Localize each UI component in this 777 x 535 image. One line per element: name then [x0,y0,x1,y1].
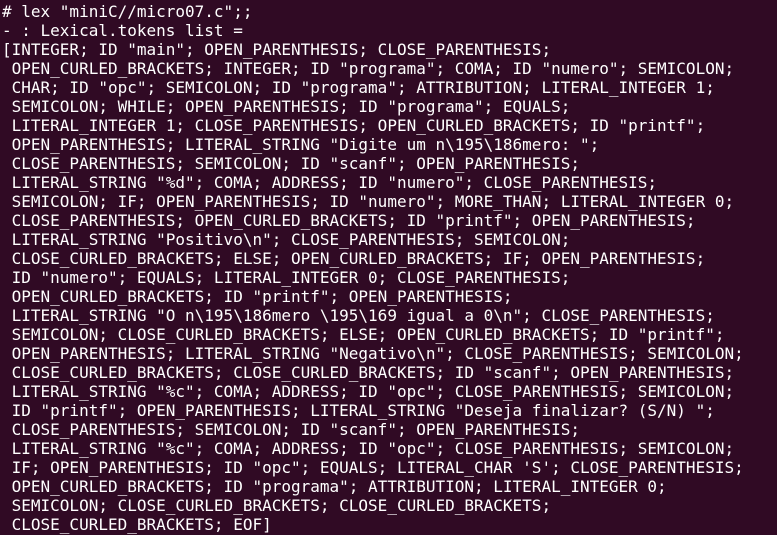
output-line: [INTEGER; ID "main"; OPEN_PARENTHESIS; C… [2,40,552,59]
output-line: OPEN_CURLED_BRACKETS; ID "printf"; OPEN_… [2,287,513,306]
output-line: OPEN_PARENTHESIS; LITERAL_STRING "Negati… [2,344,744,363]
output-line: LITERAL_STRING "%c"; COMA; ADDRESS; ID "… [2,439,735,458]
output-line: - : Lexical.tokens list = [2,21,243,40]
output-line: CLOSE_CURLED_BRACKETS; ELSE; OPEN_CURLED… [2,249,706,268]
output-line: CHAR; ID "opc"; SEMICOLON; ID "programa"… [2,78,715,97]
output-line: CLOSE_CURLED_BRACKETS; EOF] [2,515,272,534]
terminal-window[interactable]: # lex "miniC//micro07.c";; - : Lexical.t… [0,0,777,535]
output-line: SEMICOLON; CLOSE_CURLED_BRACKETS; CLOSE_… [2,496,552,515]
terminal-output: # lex "miniC//micro07.c";; - : Lexical.t… [2,2,777,534]
output-line: SEMICOLON; IF; OPEN_PARENTHESIS; ID "num… [2,192,735,211]
output-line: LITERAL_INTEGER 1; CLOSE_PARENTHESIS; OP… [2,116,706,135]
output-line: SEMICOLON; CLOSE_CURLED_BRACKETS; ELSE; … [2,325,725,344]
output-line: CLOSE_PARENTHESIS; SEMICOLON; ID "scanf"… [2,154,580,173]
output-line: OPEN_PARENTHESIS; LITERAL_STRING "Digite… [2,135,600,154]
output-line: IF; OPEN_PARENTHESIS; ID "opc"; EQUALS; … [2,458,744,477]
output-line: OPEN_CURLED_BRACKETS; ID "programa"; ATT… [2,477,667,496]
output-line: OPEN_CURLED_BRACKETS; INTEGER; ID "progr… [2,59,735,78]
output-line: LITERAL_STRING "%c"; COMA; ADDRESS; ID "… [2,382,735,401]
output-line: LITERAL_STRING "Positivo\n"; CLOSE_PAREN… [2,230,571,249]
output-line: SEMICOLON; WHILE; OPEN_PARENTHESIS; ID "… [2,97,571,116]
output-line: ID "printf"; OPEN_PARENTHESIS; LITERAL_S… [2,401,715,420]
output-line: CLOSE_PARENTHESIS; OPEN_CURLED_BRACKETS;… [2,211,696,230]
output-line: LITERAL_STRING "O n\195\186mero \195\169… [2,306,715,325]
output-line: CLOSE_CURLED_BRACKETS; CLOSE_CURLED_BRAC… [2,363,735,382]
prompt-line: # lex "miniC//micro07.c";; [2,2,253,21]
output-line: LITERAL_STRING "%d"; COMA; ADDRESS; ID "… [2,173,658,192]
output-line: CLOSE_PARENTHESIS; SEMICOLON; ID "scanf"… [2,420,580,439]
output-line: ID "numero"; EQUALS; LITERAL_INTEGER 0; … [2,268,571,287]
